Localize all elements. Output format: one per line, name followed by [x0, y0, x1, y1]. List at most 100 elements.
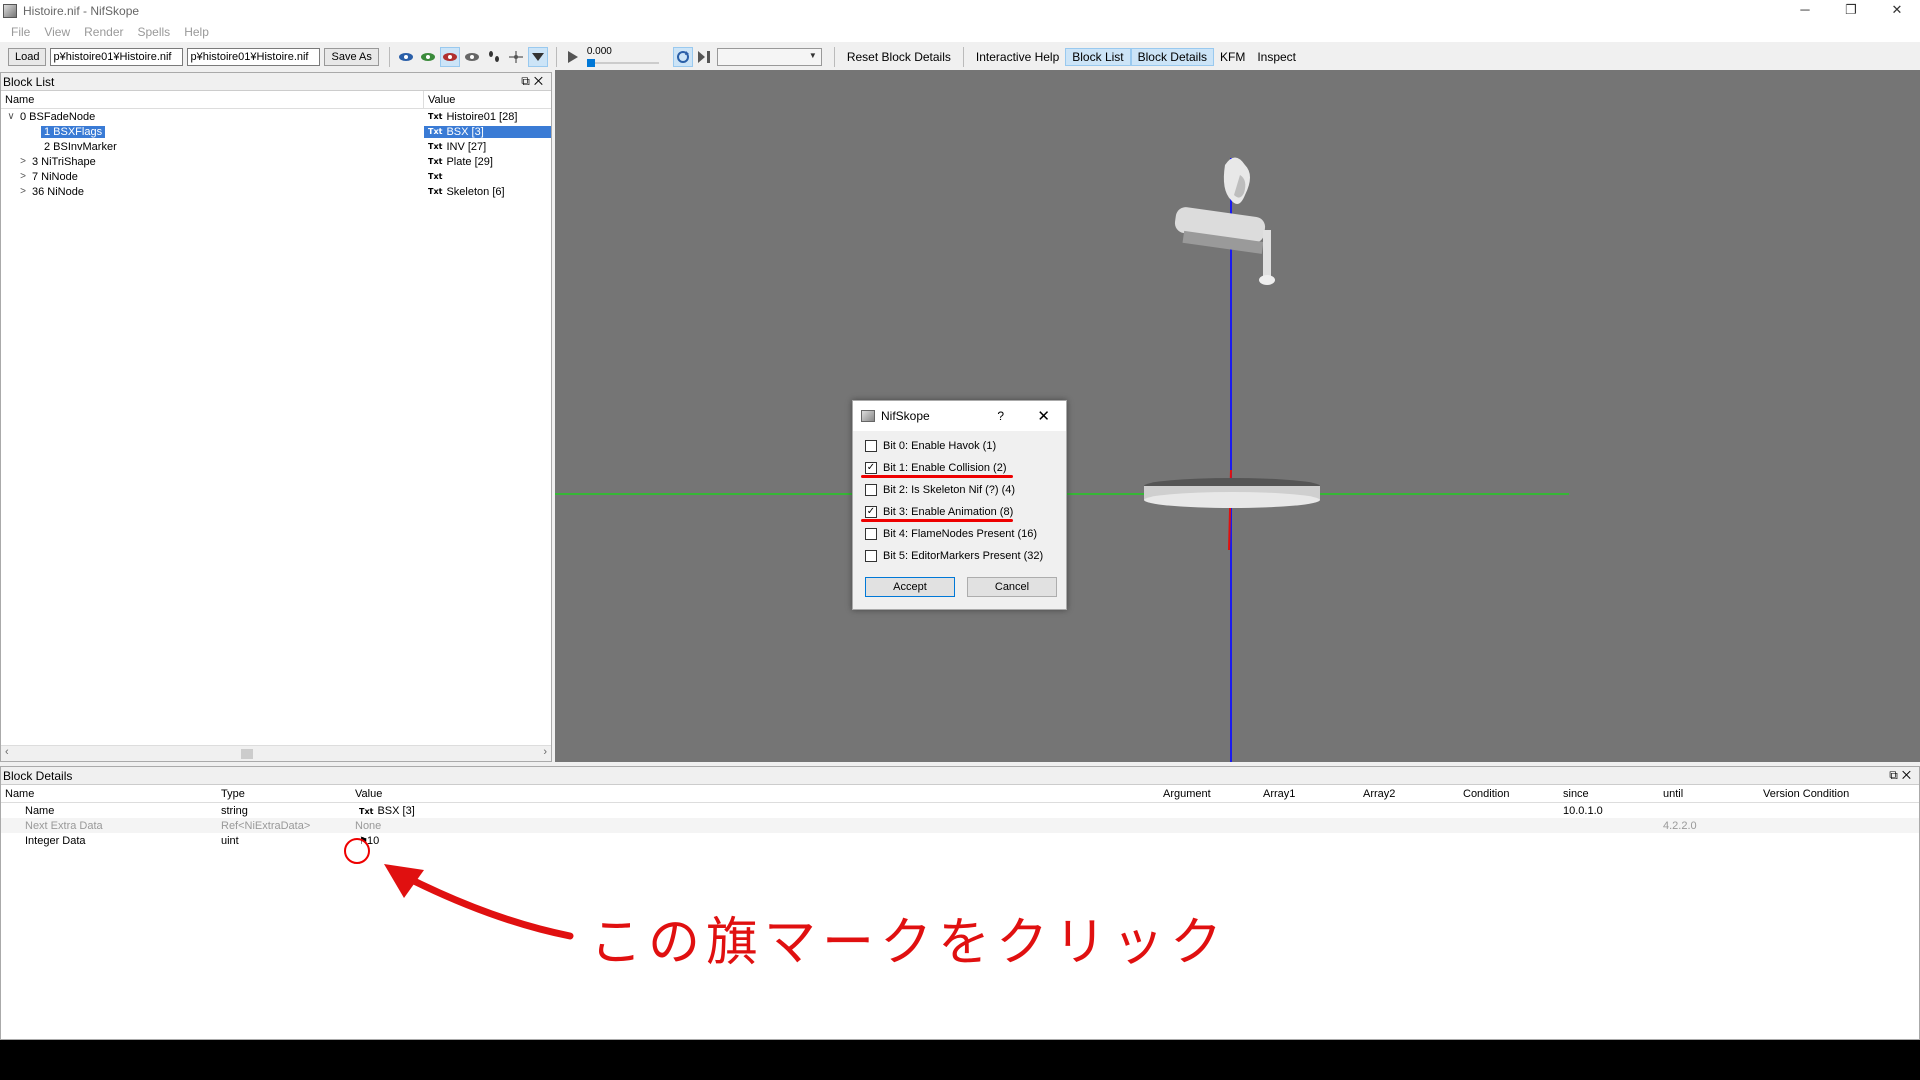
details-column-header[interactable]: until	[1659, 785, 1759, 802]
dialog-close-button[interactable]: ✕	[1037, 407, 1050, 425]
field-value-cell: ⚑10	[351, 835, 1159, 847]
block-value-label: INV [27]	[446, 140, 487, 153]
load-path-input[interactable]: p¥histoire01¥Histoire.nif	[50, 48, 184, 66]
switch-anim-icon[interactable]	[695, 47, 715, 67]
view-eye-icon[interactable]	[396, 47, 416, 67]
time-slider[interactable]: 0.000	[585, 46, 665, 68]
expand-chevron-icon[interactable]: >	[17, 171, 29, 182]
interactive-help-button[interactable]: Interactive Help	[970, 48, 1065, 66]
checkbox-checked-icon[interactable]: ✓	[865, 506, 877, 518]
menu-bar: File View Render Spells Help	[0, 22, 1920, 42]
block-list-row[interactable]: 1 BSXFlags Txt BSX [3]	[1, 124, 551, 139]
checkbox-unchecked-icon[interactable]	[865, 550, 877, 562]
scroll-left-icon[interactable]: ‹	[5, 746, 9, 758]
play-icon[interactable]	[563, 47, 583, 67]
details-row[interactable]: Name string Txt BSX [3] 10.0.1.0	[1, 803, 1919, 818]
checkbox-unchecked-icon[interactable]	[865, 484, 877, 496]
field-name-cell-text: Integer Data	[25, 834, 86, 847]
block-list-toggle[interactable]: Block List	[1065, 48, 1131, 66]
field-value-cell-text: BSX [3]	[377, 804, 415, 817]
view-eye-green-icon[interactable]	[418, 47, 438, 67]
expand-chevron-icon[interactable]: ∨	[5, 111, 17, 122]
flag-option[interactable]: Bit 0: Enable Havok (1)	[853, 435, 1066, 457]
details-column-header[interactable]: Name	[1, 785, 217, 802]
scroll-right-icon[interactable]: ›	[543, 746, 547, 758]
loop-icon[interactable]	[672, 47, 693, 67]
expand-chevron-icon[interactable]: >	[17, 156, 29, 167]
block-list-header: Name Value	[1, 91, 551, 109]
flag-options: Bit 0: Enable Havok (1) ✓ Bit 1: Enable Co…	[853, 431, 1066, 567]
dialog-help-button[interactable]: ?	[997, 409, 1004, 423]
time-slider-thumb[interactable]	[586, 59, 595, 67]
field-type-cell: string	[217, 805, 351, 817]
details-column-header[interactable]: Array2	[1359, 785, 1459, 802]
accept-button[interactable]: Accept	[865, 577, 955, 597]
details-column-header[interactable]: Condition	[1459, 785, 1559, 802]
details-row[interactable]: Next Extra Data Ref<NiExtraData> None 4.2.2…	[1, 818, 1919, 833]
block-list-row[interactable]: ∨ 0 BSFadeNode Txt Histoire01 [28]	[1, 109, 551, 124]
dialog-title: NifSkope	[881, 409, 930, 423]
block-name-label: 3 NiTriShape	[32, 155, 96, 168]
reset-block-details-button[interactable]: Reset Block Details	[841, 48, 957, 66]
app-icon	[3, 4, 17, 18]
title-bar: Histoire.nif - NifSkope ─ ❐ ✕	[0, 0, 1920, 22]
details-column-header[interactable]: Array1	[1259, 785, 1359, 802]
field-since-cell-text: 10.0.1.0	[1563, 804, 1603, 817]
save-as-button[interactable]: Save As	[324, 48, 379, 66]
save-path-input[interactable]: p¥histoire01¥Histoire.nif	[187, 48, 321, 66]
block-list-row[interactable]: >36 NiNode Txt Skeleton [6]	[1, 184, 551, 199]
footprints-icon[interactable]	[484, 47, 504, 67]
view-eye-grey-icon[interactable]	[462, 47, 482, 67]
scrollbar-thumb[interactable]	[241, 749, 253, 759]
checkbox-checked-icon[interactable]: ✓	[865, 462, 877, 474]
restore-button[interactable]: ❐	[1828, 0, 1874, 22]
cancel-button[interactable]: Cancel	[967, 577, 1057, 597]
animation-select[interactable]	[716, 48, 822, 66]
block-value-cell: Txt Histoire01 [28]	[424, 111, 517, 123]
move-axis-icon[interactable]	[506, 47, 526, 67]
flag-option[interactable]: ✓ Bit 1: Enable Collision (2)	[853, 457, 1066, 479]
block-value-label: BSX [3]	[446, 125, 484, 138]
block-list-row[interactable]: >3 NiTriShape Txt Plate [29]	[1, 154, 551, 169]
block-details-toggle[interactable]: Block Details	[1130, 48, 1214, 66]
inspect-toggle[interactable]: Inspect	[1251, 48, 1302, 66]
flag-option[interactable]: Bit 4: FlameNodes Present (16)	[853, 523, 1066, 545]
statue-model	[1174, 157, 1275, 285]
details-column-header[interactable]: Type	[217, 785, 351, 802]
details-row[interactable]: Integer Data uint ⚑10	[1, 833, 1919, 848]
flag-option[interactable]: Bit 2: Is Skeleton Nif (?) (4)	[853, 479, 1066, 501]
menu-render[interactable]: Render	[77, 25, 130, 39]
menu-file[interactable]: File	[4, 25, 37, 39]
details-column-header[interactable]: Argument	[1159, 785, 1259, 802]
details-column-header[interactable]: Value	[351, 785, 1159, 802]
dock-buttons[interactable]: ⧉✕	[1889, 768, 1915, 783]
kfm-toggle[interactable]: KFM	[1214, 48, 1251, 66]
menu-help[interactable]: Help	[177, 25, 216, 39]
close-button[interactable]: ✕	[1874, 0, 1920, 22]
field-until-cell-text: 4.2.2.0	[1663, 819, 1697, 832]
horizontal-scrollbar[interactable]: ‹ ›	[1, 745, 551, 761]
menu-spells[interactable]: Spells	[131, 25, 178, 39]
checkbox-unchecked-icon[interactable]	[865, 528, 877, 540]
field-type-cell-text: string	[221, 804, 248, 817]
block-list-row[interactable]: >7 NiNode Txt	[1, 169, 551, 184]
block-list-row[interactable]: 2 BSInvMarker Txt INV [27]	[1, 139, 551, 154]
txt-icon: Txt	[428, 157, 443, 166]
details-column-header[interactable]: since	[1559, 785, 1659, 802]
column-name[interactable]: Name	[1, 91, 424, 108]
txt-icon: Txt	[428, 187, 443, 196]
details-column-header[interactable]: Version Condition	[1759, 785, 1859, 802]
menu-view[interactable]: View	[37, 25, 77, 39]
column-value[interactable]: Value	[424, 94, 455, 106]
expand-chevron-icon[interactable]: >	[17, 186, 29, 197]
flag-option[interactable]: Bit 5: EditorMarkers Present (32)	[853, 545, 1066, 567]
load-button[interactable]: Load	[8, 48, 47, 66]
dock-buttons[interactable]: ⧉✕	[521, 74, 547, 89]
view-dropdown-icon[interactable]	[527, 47, 548, 67]
render-viewport[interactable]	[555, 70, 1920, 762]
checkbox-unchecked-icon[interactable]	[865, 440, 877, 452]
field-value-cell-text: None	[355, 819, 382, 832]
minimize-button[interactable]: ─	[1782, 0, 1828, 22]
flag-option[interactable]: ✓ Bit 3: Enable Animation (8)	[853, 501, 1066, 523]
view-eye-red-icon[interactable]	[439, 47, 460, 67]
